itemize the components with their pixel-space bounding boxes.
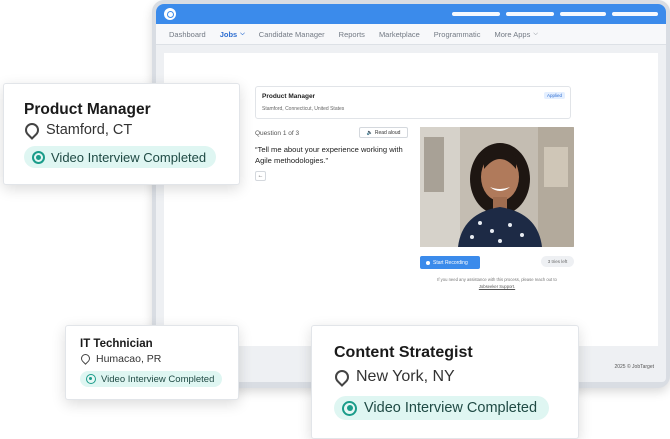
nav-label: Candidate Manager	[258, 29, 325, 39]
candidate-card-product-manager: Product Manager Stamford, CT Video Inter…	[3, 83, 240, 185]
question-counter: Question 1 of 3	[255, 130, 300, 137]
card-title: IT Technician	[80, 338, 153, 350]
card-location: Stamford, CT	[24, 122, 132, 138]
card-location: Humacao, PR	[80, 353, 161, 365]
status-badge: Video Interview Completed	[334, 396, 550, 420]
speaker-icon: 🔈	[366, 129, 373, 136]
nav-jobs[interactable]: Jobs ⌵	[213, 24, 252, 44]
record-label: Start Recording	[433, 259, 468, 266]
top-bar	[156, 4, 666, 24]
main-nav: Dashboard Jobs ⌵ Candidate Manager Report…	[156, 24, 666, 45]
nav-candidate-manager[interactable]: Candidate Manager	[252, 24, 332, 44]
status-text: Video Interview Completed	[51, 149, 207, 165]
question-text: “Tell me about your experience working w…	[255, 145, 403, 165]
nav-label: Reports	[338, 29, 365, 39]
start-recording-button[interactable]: Start Recording	[420, 256, 480, 269]
back-button[interactable]: ←	[255, 171, 266, 181]
footer-copyright: 2025 © JobTarget	[614, 364, 654, 370]
status-dot-icon	[32, 150, 45, 164]
card-title: Content Strategist	[334, 344, 473, 361]
status-text: Video Interview Completed	[364, 400, 538, 416]
logo-icon[interactable]	[164, 8, 176, 20]
nav-dashboard[interactable]: Dashboard	[162, 24, 213, 44]
status-dot-icon	[86, 374, 96, 384]
record-icon	[426, 260, 430, 265]
chevron-down-icon: ⌵	[533, 30, 538, 37]
nav-label: More Apps	[494, 29, 531, 39]
top-bar-menu	[452, 12, 658, 16]
nav-marketplace[interactable]: Marketplace	[372, 24, 427, 44]
top-bar-link[interactable]	[560, 12, 606, 16]
candidate-card-content-strategist: Content Strategist New York, NY Video In…	[311, 325, 579, 439]
candidate-video-image	[420, 127, 574, 247]
status-badge: Video Interview Completed	[24, 146, 217, 168]
map-pin-icon	[24, 123, 36, 137]
support-link[interactable]: Jobseeker Support.	[420, 284, 574, 291]
map-pin-icon	[80, 354, 89, 365]
nav-reports[interactable]: Reports	[332, 24, 372, 44]
job-location: Stamford, Connecticut, United States	[262, 106, 345, 112]
card-location: New York, NY	[334, 368, 455, 386]
top-bar-link[interactable]	[506, 12, 554, 16]
nav-label: Dashboard	[169, 29, 206, 39]
help-text: If you need any assistance with this pro…	[420, 277, 574, 290]
nav-label: Programmatic	[433, 29, 481, 39]
top-bar-link[interactable]	[452, 12, 500, 16]
video-preview	[420, 127, 574, 247]
status-badge: Applied	[543, 92, 565, 99]
marketing-composite: Dashboard Jobs ⌵ Candidate Manager Report…	[0, 0, 670, 439]
map-pin-icon	[334, 370, 346, 385]
status-dot-icon	[342, 400, 357, 416]
help-message: If you need any assistance with this pro…	[437, 277, 557, 282]
read-aloud-button[interactable]: 🔈 Read aloud	[359, 127, 408, 138]
card-title: Product Manager	[24, 101, 151, 118]
status-badge: Video Interview Completed	[80, 371, 223, 387]
job-title: Product Manager	[262, 93, 316, 100]
card-location-text: Humacao, PR	[96, 353, 162, 365]
top-bar-link[interactable]	[612, 12, 658, 16]
nav-more-apps[interactable]: More Apps ⌵	[487, 24, 544, 44]
read-aloud-label: Read aloud	[374, 129, 401, 136]
nav-label: Marketplace	[378, 29, 420, 39]
arrow-left-icon: ←	[257, 173, 264, 179]
tries-left-badge: 3 tries left	[541, 256, 574, 267]
job-card: Product Manager Stamford, Connecticut, U…	[255, 86, 571, 119]
card-location-text: New York, NY	[356, 368, 455, 385]
chevron-down-icon: ⌵	[240, 30, 245, 37]
candidate-card-it-technician: IT Technician Humacao, PR Video Intervie…	[65, 325, 239, 400]
nav-programmatic[interactable]: Programmatic	[427, 24, 488, 44]
nav-label: Jobs	[219, 29, 238, 39]
card-location-text: Stamford, CT	[46, 122, 133, 138]
status-text: Video Interview Completed	[101, 373, 215, 385]
